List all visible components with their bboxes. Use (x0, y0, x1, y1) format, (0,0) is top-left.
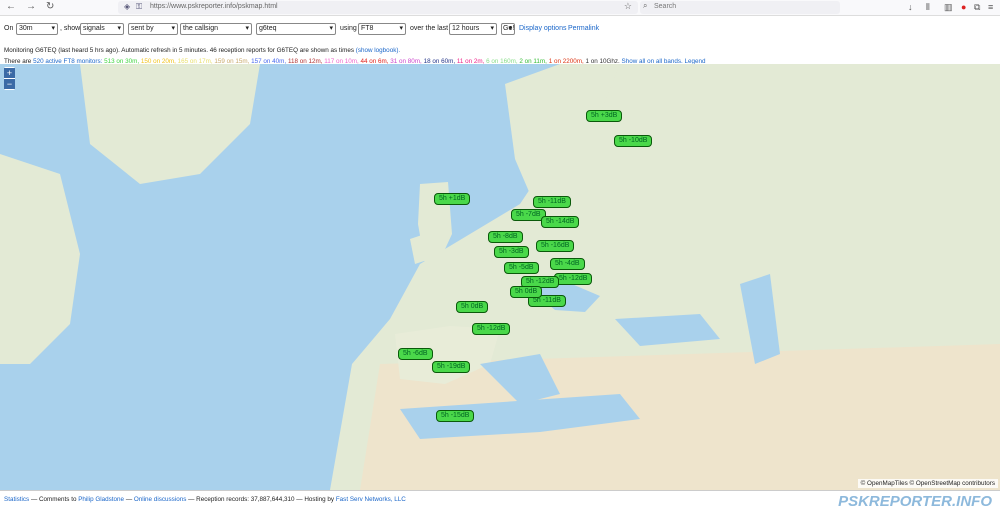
reception-marker[interactable]: 5h 0dB (456, 301, 489, 313)
browser-search-box[interactable]: ⌕ Search (640, 1, 840, 14)
mode-value: FT8 (361, 25, 374, 32)
reception-marker[interactable]: 5h -3dB (494, 246, 529, 258)
over-label: over the last (410, 25, 449, 32)
reception-marker[interactable]: 5h -12dB (472, 323, 511, 335)
permalink-link[interactable]: Permalink (568, 25, 599, 32)
monitoring-status: Monitoring G6TEQ (last heard 5 hrs ago).… (4, 47, 400, 54)
reception-marker[interactable]: 5h -8dB (488, 231, 523, 243)
author-link[interactable]: Philip Gladstone (78, 496, 124, 503)
page-footer: Statistics — Comments to Philip Gladston… (0, 490, 1000, 513)
band-select[interactable]: 30m (16, 23, 58, 35)
statistics-link[interactable]: Statistics (4, 496, 29, 503)
library-icon[interactable]: ⫴ (926, 2, 930, 13)
period-value: 12 hours (452, 25, 480, 32)
downloads-icon[interactable]: ↓ (908, 2, 913, 12)
reception-marker[interactable]: 5h -5dB (504, 262, 539, 274)
url-text: https://www.pskreporter.info/pskmap.html (150, 3, 278, 10)
callsign-type-value: the callsign (183, 25, 219, 32)
sent-by-select[interactable]: sent by (128, 23, 178, 35)
go-label: Go! (503, 25, 515, 32)
back-icon[interactable]: ← (6, 1, 16, 12)
map-tiles (0, 64, 1000, 490)
forward-icon[interactable]: → (26, 1, 36, 12)
on-label: On (4, 25, 14, 32)
records-text: — Reception records: 37,887,644,310 — Ho… (188, 496, 335, 503)
reload-icon[interactable]: ↻ (46, 1, 54, 12)
mode-select[interactable]: FT8 (358, 23, 406, 35)
sent-by-value: sent by (131, 25, 154, 32)
host-link[interactable]: Fast Serv Networks, LLC (336, 496, 406, 503)
show-label: , show (60, 25, 81, 32)
reception-marker[interactable]: 5h -11dB (533, 196, 571, 208)
reception-marker[interactable]: 5h -16dB (536, 240, 575, 252)
reception-marker[interactable]: 5h 0dB (510, 286, 543, 298)
reception-marker[interactable]: 5h -10dB (614, 135, 653, 147)
zoom-control: + − (4, 67, 15, 90)
menu-icon[interactable]: ≡ (988, 2, 993, 12)
using-label: using (340, 25, 357, 32)
display-options-link[interactable]: Display options (519, 25, 566, 32)
callsign-input[interactable]: g6teq (256, 23, 336, 35)
sidebar-icon[interactable]: ▥ (944, 2, 953, 13)
monitoring-text: Monitoring G6TEQ (last heard 5 hrs ago).… (4, 47, 354, 54)
discussions-link[interactable]: Online discussions (134, 496, 187, 503)
search-icon: ⌕ (643, 1, 648, 10)
callsign-type-select[interactable]: the callsign (180, 23, 252, 35)
comments-text: — Comments to (30, 496, 77, 503)
extension-icon[interactable]: ● (961, 2, 966, 12)
go-button[interactable]: Go! (501, 23, 515, 35)
footer-line: Statistics — Comments to Philip Gladston… (4, 496, 406, 503)
query-controls: On 30m , show signals sent by the callsi… (0, 17, 1000, 65)
footer-dash: — (125, 496, 133, 503)
reception-marker[interactable]: 5h +1dB (434, 193, 471, 205)
search-placeholder: Search (654, 3, 677, 10)
reception-marker[interactable]: 5h -4dB (550, 258, 585, 270)
reception-marker[interactable]: 5h -14dB (541, 216, 580, 228)
lock-icon: ⚿ (136, 2, 143, 11)
zoom-out-button[interactable]: − (4, 79, 15, 89)
reception-marker[interactable]: 5h -6dB (398, 348, 433, 360)
reception-marker[interactable]: 5h +3dB (586, 110, 623, 122)
show-select[interactable]: signals (80, 23, 124, 35)
reception-marker[interactable]: 5h -12dB (554, 273, 593, 285)
address-bar[interactable]: ◈ ⚿ https://www.pskreporter.info/pskmap.… (118, 1, 638, 14)
site-logo: PSKREPORTER.INFO (838, 493, 992, 510)
browser-toolbar: ← → ↻ ◈ ⚿ https://www.pskreporter.info/p… (0, 0, 1000, 16)
show-value: signals (83, 25, 105, 32)
show-logbook-link[interactable]: (show logbook). (356, 47, 400, 54)
reception-marker[interactable]: 5h -15dB (436, 410, 475, 422)
band-value: 30m (19, 25, 33, 32)
reception-marker[interactable]: 5h -19dB (432, 361, 471, 373)
callsign-value: g6teq (259, 25, 277, 32)
bookmark-star-icon[interactable]: ☆ (624, 1, 632, 12)
shield-icon: ◈ (124, 2, 131, 11)
period-select[interactable]: 12 hours (449, 23, 497, 35)
extensions-puzzle-icon[interactable]: ⧉ (974, 2, 980, 13)
map-attribution: © OpenMapTiles © OpenStreetMap contribut… (857, 479, 998, 488)
zoom-in-button[interactable]: + (4, 68, 15, 78)
map-view[interactable]: + − 5h +3dB 5h -10dB 5h +1dB 5h -11dB 5h -7d… (0, 64, 1000, 490)
